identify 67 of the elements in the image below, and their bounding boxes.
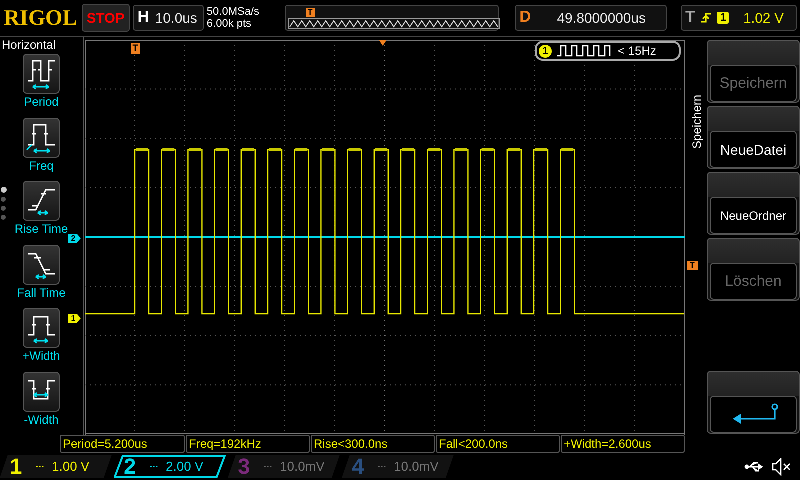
menu-button[interactable]: NeueOrdner [707, 172, 800, 235]
sample-rate: 50.0MSa/s [206, 6, 261, 18]
trigger-center-marker-icon [379, 40, 387, 46]
coupling-symbol: ⎓ [264, 461, 272, 472]
memory-depth: 6.00k pts [206, 18, 253, 30]
channel-scale: 2.00 V [166, 459, 204, 474]
trigger-level: 1.02 V [743, 10, 784, 26]
delay-value: 49.8000000us [557, 10, 646, 26]
brand-logo: RIGOL [4, 5, 78, 31]
channel-number: 3 [238, 454, 252, 480]
negative-pulse-icon [23, 372, 60, 412]
counter-reading: < 15Hz [618, 44, 656, 58]
measurement-readout: +Width=2.600us [561, 435, 685, 453]
usb-icon [744, 460, 766, 472]
square-pulse-icon [23, 54, 60, 94]
measure-button[interactable]: Fall Time [17, 244, 66, 308]
timebase-box[interactable]: H 10.0us [132, 5, 204, 31]
mute-speaker-icon [772, 458, 792, 476]
page-dot[interactable] [1, 215, 6, 220]
measurement-readout: Freq=192kHz [186, 435, 310, 453]
measure-button[interactable]: +Width [22, 308, 60, 372]
measure-button[interactable]: Period [23, 54, 60, 118]
channel-tab[interactable]: 1 ⎓ 1.00 V [0, 455, 112, 478]
coupling-symbol: ⎓ [150, 461, 158, 472]
counter-channel-badge: 1 [539, 44, 552, 58]
measure-button[interactable]: Rise Time [14, 181, 68, 244]
measurement-readout: Fall<200.0ns [436, 435, 560, 453]
menu-title: Speichern [690, 94, 704, 149]
trigger-position-marker: T [306, 8, 315, 17]
trigger-source-badge: 1 [717, 12, 730, 24]
trigger-key: T [686, 9, 696, 27]
channel-tab[interactable]: 4 ⎓ 10.0mV [342, 455, 454, 478]
measurement-readout: Period=5.200us [60, 435, 185, 453]
channel-scale: 10.0mV [280, 459, 325, 474]
channel-scale: 10.0mV [394, 459, 439, 474]
channel-number: 4 [352, 454, 366, 480]
back-button[interactable] [707, 371, 800, 434]
positive-pulse-icon [23, 308, 60, 348]
trigger-position-marker: T [131, 43, 140, 54]
menu-button[interactable]: NeueDatei [707, 106, 800, 169]
timebase-value: 10.0us [155, 10, 198, 26]
channel-marker: 2 [68, 234, 81, 243]
page-dot[interactable] [1, 197, 6, 202]
channel-marker: 1 [68, 314, 81, 323]
channel-number: 2 [124, 454, 138, 480]
trigger-level-marker: T [687, 261, 698, 270]
coupling-symbol: ⎓ [378, 461, 386, 472]
sidebar-title: Horizontal [1, 38, 56, 52]
coupling-symbol: ⎓ [36, 461, 44, 472]
run-stop-button[interactable]: STOP [82, 4, 130, 32]
falling-edge-icon [23, 244, 60, 284]
delay-box[interactable]: D 49.8000000us [514, 5, 667, 31]
measure-button[interactable]: Freq [23, 118, 60, 181]
page-dot[interactable] [1, 187, 7, 193]
page-dot[interactable] [1, 206, 6, 211]
delay-key: D [520, 9, 532, 27]
channel-tab[interactable]: 3 ⎓ 10.0mV [228, 455, 340, 478]
timebase-key: H [138, 9, 150, 27]
channel-tab[interactable]: 2 ⎓ 2.00 V [114, 455, 226, 478]
rising-edge-icon [23, 181, 60, 221]
measurement-readout: Rise<300.0ns [311, 435, 435, 453]
waveform-overview-icon [288, 18, 500, 29]
channel-number: 1 [10, 454, 24, 480]
channel-scale: 1.00 V [52, 459, 90, 474]
trigger-box[interactable]: T 1 1.02 V [680, 5, 797, 31]
pulse-with-fraction-icon [23, 118, 60, 158]
measure-button[interactable]: -Width [23, 372, 60, 435]
